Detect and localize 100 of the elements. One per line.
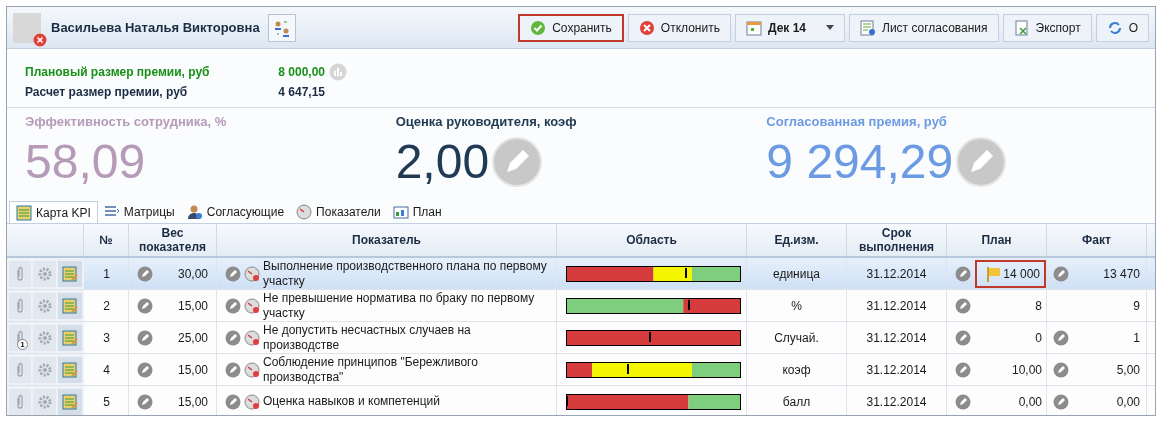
pencil-icon[interactable]: [137, 361, 153, 378]
toolbar-button[interactable]: Сохранить: [518, 13, 624, 42]
unit-cell-text: коэф: [782, 361, 811, 379]
unit-cell-text: Случай.: [774, 329, 819, 347]
fact-value: 9: [1133, 297, 1140, 315]
pencil-icon[interactable]: [1053, 361, 1069, 378]
tab[interactable]: Показатели: [290, 201, 387, 223]
column-header: Вес показателя: [129, 224, 217, 256]
indicator-name: Оценка навыков и компетенций: [263, 394, 441, 409]
attachment-button[interactable]: [9, 388, 32, 415]
plan-value: 0: [1035, 329, 1042, 347]
column-header: Факт: [1047, 224, 1147, 256]
indicator-name: Выполнение производственного плана по первому участку: [263, 258, 548, 289]
toolbar-button[interactable]: Экспорт: [1002, 13, 1092, 42]
tab[interactable]: План: [386, 201, 448, 223]
settings-button[interactable]: [33, 324, 56, 351]
row-number: 3: [103, 329, 110, 347]
toolbar-button[interactable]: Лист согласования: [849, 13, 999, 42]
pencil-icon[interactable]: [955, 265, 971, 282]
person-icon: [186, 204, 203, 220]
pencil-icon[interactable]: [137, 265, 153, 282]
weight-cell-text: 15,00: [177, 393, 208, 411]
indicator-name: Соблюдение принципов "Бережливого производства": [263, 354, 479, 385]
bonus-value: 8 000,00: [277, 64, 325, 81]
settings-button[interactable]: [33, 292, 56, 319]
avatar-placeholder: [13, 12, 41, 43]
unit-cell-text: балл: [782, 393, 811, 411]
table-row[interactable]: 4 15,00 Соблюдение принципов "Бережливого производства" коэф 31.12.2014 10,00 5,00: [7, 354, 1155, 386]
pencil-icon[interactable]: [137, 329, 153, 346]
toolbar-button[interactable]: Дек 14: [734, 13, 845, 42]
attachment-button[interactable]: [9, 260, 32, 287]
gauge-icon: [244, 329, 260, 346]
settings-button[interactable]: [33, 388, 56, 415]
gauge-icon: [244, 297, 260, 314]
indicator-name: Не превышение норматива по браку по первому участку: [263, 290, 536, 321]
fact-value: 0,00: [1116, 393, 1140, 411]
table-edit-icon: [61, 329, 78, 346]
pencil-icon[interactable]: [225, 361, 241, 378]
bonus-value: 4 647,15: [277, 84, 325, 101]
table-row[interactable]: 1 3 25,00 Не допустить несчастных случаев на производстве Случай. 31.12.2014 0 1: [7, 322, 1155, 354]
bonus-label: Расчет размер премии, руб: [25, 84, 189, 101]
table-edit-icon: [61, 265, 78, 282]
pencil-icon[interactable]: [225, 329, 241, 346]
pencil-icon[interactable]: [137, 297, 153, 314]
settings-button[interactable]: [33, 356, 56, 383]
tab[interactable]: Согласующие: [180, 201, 291, 223]
table-edit-icon: [61, 361, 78, 378]
card-button[interactable]: [57, 388, 82, 415]
toolbar-button[interactable]: О: [1095, 13, 1149, 42]
table-row[interactable]: 1 30,00 Выполнение производственного плана по первому участку единица 31.12.2014 14 000 13 470: [7, 258, 1155, 290]
settings-button[interactable]: [33, 260, 56, 287]
weight-cell-text: 15,00: [177, 361, 208, 379]
gauge-icon: [244, 393, 260, 410]
row-number: 2: [103, 297, 110, 315]
pencil-icon[interactable]: [1053, 329, 1069, 346]
checklist-icon: [860, 19, 876, 36]
table-row[interactable]: 2 15,00 Не превышение норматива по браку по первому участку % 31.12.2014 8 9: [7, 290, 1155, 322]
pencil-icon[interactable]: [225, 265, 241, 282]
card-button[interactable]: [57, 324, 82, 351]
card-button[interactable]: [57, 356, 82, 383]
attachment-button[interactable]: [9, 356, 32, 383]
toolbar-button[interactable]: Отклонить: [627, 13, 731, 42]
attachment-count-badge: 1: [17, 338, 28, 350]
metric-label: Оценка руководителя, коэф: [395, 113, 578, 131]
pencil-icon[interactable]: [955, 393, 971, 410]
settings-icon: [37, 394, 52, 409]
attachment-button[interactable]: [9, 292, 32, 319]
plan-value: 10,00: [1011, 361, 1042, 379]
pencil-icon[interactable]: [955, 361, 971, 378]
table-icon: [16, 204, 32, 221]
attachment-button[interactable]: 1: [9, 324, 32, 351]
settings-icon: [37, 362, 52, 377]
metric-value: 58,09: [25, 133, 146, 190]
tab[interactable]: Карта KPI: [9, 201, 98, 223]
column-header: №: [84, 224, 129, 256]
fact-value: 13 470: [1103, 265, 1140, 283]
pencil-icon[interactable]: [1053, 265, 1069, 282]
card-button[interactable]: [57, 292, 82, 319]
plan-value: 14 000: [1003, 265, 1040, 283]
column-header: План: [947, 224, 1047, 256]
fact-value: 1: [1133, 329, 1140, 347]
pencil-icon[interactable]: [1053, 393, 1069, 410]
card-button[interactable]: [57, 260, 82, 287]
pencil-icon[interactable]: [137, 393, 153, 410]
weight-cell-text: 15,00: [177, 297, 208, 315]
swap-users-button[interactable]: [267, 13, 296, 42]
tab[interactable]: Матрицы: [97, 201, 181, 223]
settings-icon: [37, 330, 52, 345]
document-export-icon: [1013, 19, 1030, 36]
paperclip-icon: [16, 361, 25, 378]
due-date-cell-text: 31.12.2014: [866, 361, 927, 379]
due-date-cell-text: 31.12.2014: [866, 297, 927, 315]
users-swap-icon: [272, 18, 291, 37]
check-icon: [530, 19, 547, 36]
pencil-icon[interactable]: [955, 297, 971, 314]
pencil-icon[interactable]: [955, 329, 971, 346]
pencil-icon[interactable]: [225, 393, 241, 410]
metric-value: 2,00: [395, 133, 490, 190]
pencil-icon[interactable]: [225, 297, 241, 314]
unit-cell-text: %: [791, 297, 802, 315]
